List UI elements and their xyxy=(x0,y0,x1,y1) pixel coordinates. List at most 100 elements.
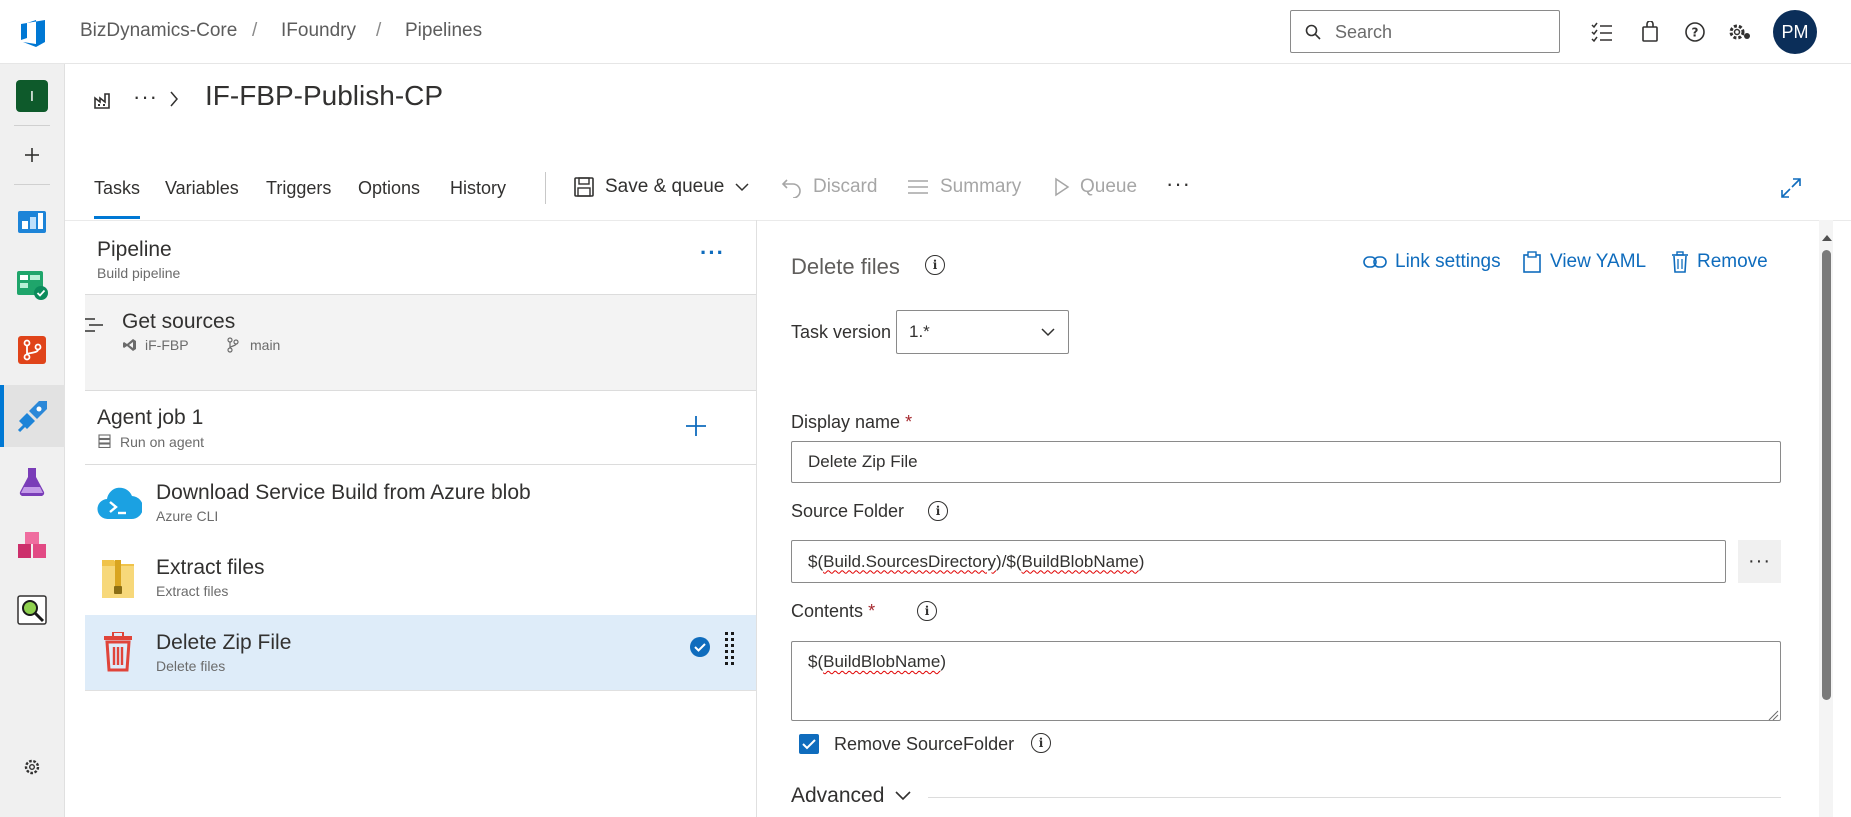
required-mark: * xyxy=(905,412,913,432)
link-settings-button[interactable]: Link settings xyxy=(1363,251,1501,273)
info-icon[interactable]: i xyxy=(928,501,948,521)
contents-label: Contents * xyxy=(791,601,875,622)
info-icon[interactable]: i xyxy=(917,601,937,621)
boards-icon[interactable] xyxy=(14,266,50,302)
panel-splitter[interactable] xyxy=(756,220,757,817)
pipeline-heading[interactable]: Pipeline xyxy=(97,238,172,262)
top-bar xyxy=(0,0,1851,64)
chevron-right-icon xyxy=(169,90,179,113)
required-mark: * xyxy=(868,601,876,621)
repos-icon[interactable] xyxy=(14,332,50,368)
drag-handle-icon[interactable] xyxy=(725,631,735,676)
agent-job-subtitle: Run on agent xyxy=(120,434,205,450)
overview-icon[interactable] xyxy=(14,203,50,239)
scroll-up-arrow-icon[interactable] xyxy=(1821,229,1833,247)
breadcrumb-more-button[interactable]: ··· xyxy=(133,84,158,110)
scrollbar-thumb[interactable] xyxy=(1822,250,1831,700)
contents-suffix: ) xyxy=(940,652,946,671)
pipeline-more-button[interactable]: ··· xyxy=(700,240,725,266)
work-items-icon[interactable] xyxy=(1588,18,1616,46)
test-plans-icon[interactable] xyxy=(14,463,50,499)
page-title: IF-FBP-Publish-CP xyxy=(205,80,444,111)
rail-divider xyxy=(14,184,50,185)
user-avatar[interactable]: PM xyxy=(1773,10,1817,54)
trash-bin-icon xyxy=(102,631,134,677)
get-sources-title: Get sources xyxy=(122,310,236,333)
contents-label-text: Contents xyxy=(791,601,864,621)
tab-tasks[interactable]: Tasks xyxy=(94,178,140,199)
tab-variables[interactable]: Variables xyxy=(165,178,239,199)
azure-cli-cloud-icon xyxy=(96,487,144,526)
browse-button[interactable]: ··· xyxy=(1738,540,1781,583)
summary-label: Summary xyxy=(940,176,1022,197)
pipelines-icon[interactable] xyxy=(14,398,50,434)
checkmark-circle-icon xyxy=(689,636,711,663)
tab-options[interactable]: Options xyxy=(358,178,420,199)
code-search-icon[interactable] xyxy=(14,592,50,628)
task-title-extract[interactable]: Extract files xyxy=(156,556,265,580)
save-icon xyxy=(574,177,594,197)
remove-task-button[interactable]: Remove xyxy=(1671,251,1768,273)
resize-handle-icon[interactable] xyxy=(1768,708,1779,726)
divider xyxy=(85,390,756,391)
info-icon[interactable]: i xyxy=(925,255,945,275)
source-folder-input[interactable]: $(Build.SourcesDirectory)/$(BuildBlobNam… xyxy=(791,540,1726,583)
discard-label: Discard xyxy=(813,176,878,197)
queue-button[interactable]: Queue xyxy=(1054,176,1137,198)
task-version-label: Task version xyxy=(791,322,892,342)
source-folder-mid: )/$( xyxy=(996,551,1022,571)
get-sources-icon xyxy=(83,316,105,341)
toolbar-more-button[interactable]: ··· xyxy=(1166,171,1191,197)
display-name-label: Display name * xyxy=(791,412,912,433)
remove-label: Remove xyxy=(1697,251,1768,272)
section-divider xyxy=(928,797,1781,798)
task-subtitle-delete: Delete files xyxy=(156,658,226,674)
source-folder-var2: BuildBlobName xyxy=(1021,551,1139,571)
advanced-section-toggle[interactable]: Advanced xyxy=(791,784,912,808)
save-and-queue-button[interactable]: Save & queue xyxy=(573,176,750,198)
display-name-input[interactable]: Delete Zip File xyxy=(791,441,1781,483)
breadcrumb-separator: / xyxy=(376,20,382,41)
svg-text:?: ? xyxy=(1692,26,1699,40)
project-settings-gear-icon[interactable] xyxy=(14,749,50,785)
contents-prefix: $( xyxy=(808,652,824,671)
help-icon[interactable]: ? xyxy=(1681,18,1709,46)
rail-divider xyxy=(14,125,50,126)
source-folder-label: Source Folder xyxy=(791,501,905,521)
search-icon xyxy=(1305,24,1321,40)
add-task-plus-icon[interactable] xyxy=(684,414,708,443)
search-placeholder: Search xyxy=(1335,22,1393,42)
new-item-plus-icon[interactable] xyxy=(14,137,50,173)
display-name-label-text: Display name xyxy=(791,412,901,432)
chevron-down-icon xyxy=(895,791,911,801)
breadcrumb-org[interactable]: BizDynamics-Core xyxy=(80,20,237,42)
task-title-download[interactable]: Download Service Build from Azure blob xyxy=(156,481,531,505)
divider xyxy=(85,690,756,691)
breadcrumb-pipelines[interactable]: Pipelines xyxy=(405,20,482,42)
view-yaml-button[interactable]: View YAML xyxy=(1522,251,1646,273)
search-box[interactable]: Search xyxy=(1290,10,1560,53)
tab-history[interactable]: History xyxy=(450,178,506,199)
azure-devops-logo-icon[interactable] xyxy=(17,14,49,48)
marketplace-bag-icon[interactable] xyxy=(1636,18,1664,46)
task-title-delete[interactable]: Delete Zip File xyxy=(156,631,291,655)
tab-triggers[interactable]: Triggers xyxy=(266,178,331,199)
source-folder-var1: Build.SourcesDirectory xyxy=(823,551,997,571)
user-settings-icon[interactable] xyxy=(1726,18,1754,46)
project-badge[interactable]: I xyxy=(16,80,48,112)
breadcrumb-project[interactable]: IFoundry xyxy=(281,20,356,42)
task-version-select[interactable]: 1.* xyxy=(896,310,1069,354)
expand-fullscreen-icon[interactable] xyxy=(1780,177,1802,204)
agent-job-title[interactable]: Agent job 1 xyxy=(97,406,203,430)
breadcrumb-separator: / xyxy=(252,20,258,41)
artifacts-icon[interactable] xyxy=(14,528,50,564)
info-icon[interactable]: i xyxy=(1031,733,1051,753)
discard-button[interactable]: Discard xyxy=(781,176,877,198)
source-folder-suffix: ) xyxy=(1138,551,1145,571)
contents-textarea[interactable]: $(BuildBlobName) xyxy=(791,641,1781,721)
view-yaml-label: View YAML xyxy=(1550,251,1647,272)
remove-source-folder-checkbox[interactable] xyxy=(799,734,819,754)
branch-icon xyxy=(227,337,239,358)
summary-button[interactable]: Summary xyxy=(906,176,1021,198)
save-and-queue-label: Save & queue xyxy=(605,176,725,197)
